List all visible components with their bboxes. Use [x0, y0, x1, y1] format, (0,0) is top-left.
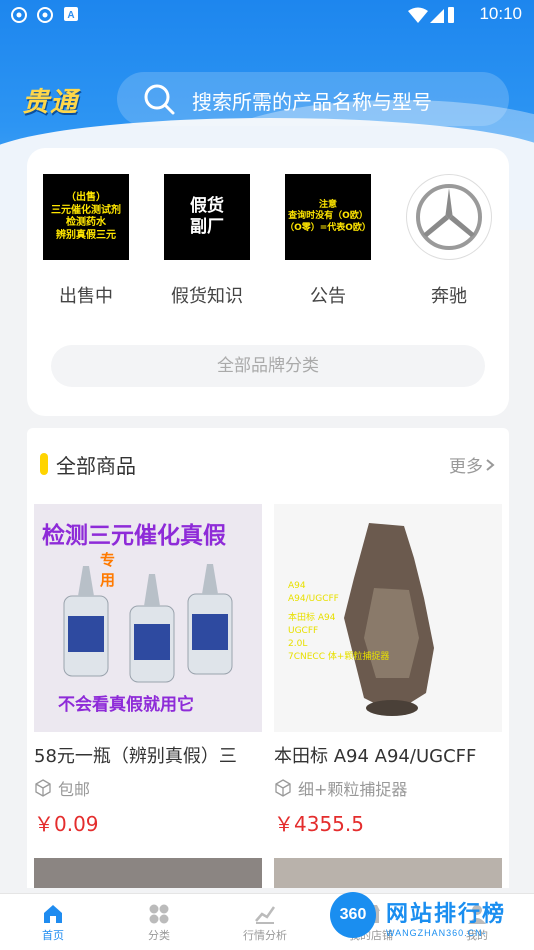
product-image-line: 7CNECC 体+颗粒捕捉器	[288, 652, 390, 662]
section-title: 全部商品	[56, 454, 136, 478]
category-image-text: 查询时没有（O欧）	[288, 211, 368, 222]
category-announcement[interactable]: 注意 查询时没有（O欧） （O零）=代表O欧） 公告	[278, 174, 378, 308]
notification-icon	[36, 6, 54, 24]
mercedes-logo-icon	[406, 174, 492, 260]
product-card[interactable]: 检测三元催化真假 专用 不会看真假就用它 58元一瓶（辨别真假）三 包邮 ￥0.…	[34, 504, 262, 837]
search-icon	[143, 83, 175, 115]
product-image-line: 本田标 A94	[288, 613, 336, 623]
category-image-text: 副厂	[190, 217, 224, 237]
category-image-text: 辨别真假三元	[56, 229, 116, 241]
status-bar: A 10:10	[0, 0, 534, 28]
search-placeholder: 搜索所需的产品名称与型号	[192, 90, 432, 114]
product-image-text: A94 A94/UGCFF 本田标 A94 UGCFF 2.0L 7CNECC …	[288, 580, 389, 664]
product-price: ￥0.09	[34, 812, 99, 836]
product-image-headline: 检测三元催化真假	[42, 523, 226, 549]
category-image-text: 假货	[190, 195, 224, 216]
chart-icon	[254, 903, 276, 925]
category-label: 公告	[310, 286, 346, 307]
product-shipping: 包邮	[34, 776, 262, 800]
category-on-sale[interactable]: （出售） 三元催化测试剂 检测药水 辨别真假三元 出售中	[36, 174, 136, 308]
package-icon	[274, 779, 292, 797]
tab-category[interactable]: 分类	[106, 894, 212, 950]
all-brands-button[interactable]: 全部品牌分类	[51, 345, 485, 387]
search-bar[interactable]: 搜索所需的产品名称与型号	[117, 72, 509, 126]
category-label: 奔驰	[431, 286, 467, 307]
category-card: （出售） 三元催化测试剂 检测药水 辨别真假三元 出售中 假货 副厂 假货知识 …	[27, 148, 509, 416]
category-image-text: 检测药水	[66, 217, 106, 228]
category-image-text: （出售）	[66, 192, 106, 203]
product-image-footer: 不会看真假就用它	[58, 695, 194, 715]
tab-label: 分类	[148, 929, 170, 942]
tab-label: 行情分析	[243, 929, 287, 942]
product-image-line: UGCFF	[288, 626, 319, 636]
product-shipping: 细+颗粒捕捉器	[274, 776, 502, 800]
product-image: 检测三元催化真假 专用 不会看真假就用它	[34, 504, 262, 732]
product-name: 本田标 A94 A94/UGCFF	[274, 746, 477, 767]
category-image-text: 注意	[318, 200, 337, 211]
watermark-text: 网站排行榜	[386, 902, 507, 927]
product-price: ￥4355.5	[274, 812, 364, 836]
watermark: 360 网站排行榜 WANGZHAN360.CN-	[330, 892, 530, 944]
app-logo: 贵通	[22, 87, 78, 118]
category-image-text: （O零）=代表O欧）	[285, 222, 371, 233]
category-label: 出售中	[59, 286, 113, 307]
shipping-label: 包邮	[58, 780, 91, 799]
product-image-line: 2.0L	[288, 639, 308, 649]
section-accent-bar	[40, 453, 48, 475]
grid-icon	[148, 903, 170, 925]
status-icons	[406, 5, 454, 25]
category-fake-knowledge[interactable]: 假货 副厂 假货知识	[157, 174, 257, 308]
watermark-badge: 360	[330, 892, 376, 938]
app-notification-icon: A	[62, 6, 80, 24]
product-image-line: A94	[288, 581, 306, 591]
more-link[interactable]: 更多	[449, 452, 495, 477]
shipping-label: 细+颗粒捕捉器	[298, 780, 408, 799]
more-label: 更多	[449, 457, 483, 477]
home-icon	[42, 903, 64, 925]
product-card-partial[interactable]	[34, 858, 262, 888]
category-mercedes[interactable]: 奔驰	[399, 174, 499, 308]
category-image-text: 三元催化测试剂	[51, 204, 121, 216]
bottles-illustration	[63, 564, 233, 683]
category-image: （出售） 三元催化测试剂 检测药水 辨别真假三元	[43, 174, 129, 260]
category-image: 假货 副厂	[164, 174, 250, 260]
status-time: 10:10	[479, 4, 522, 23]
chevron-right-icon	[485, 457, 495, 477]
notification-icon	[10, 6, 28, 24]
watermark-subtext: WANGZHAN360.CN-	[386, 928, 487, 938]
product-image-line: A94/UGCFF	[288, 594, 339, 604]
product-card[interactable]: A94 A94/UGCFF 本田标 A94 UGCFF 2.0L 7CNECC …	[274, 504, 502, 837]
product-name: 58元一瓶（辨别真假）三	[34, 746, 237, 767]
product-image: A94 A94/UGCFF 本田标 A94 UGCFF 2.0L 7CNECC …	[274, 504, 502, 732]
tab-home[interactable]: 首页	[0, 894, 106, 950]
tab-market[interactable]: 行情分析	[212, 894, 318, 950]
svg-text:A: A	[67, 10, 74, 21]
products-section: 全部商品 更多 检测三元催化真假 专用 不会看真假就用它 58元一瓶（辨别真假）…	[27, 428, 509, 888]
tab-label: 首页	[42, 929, 64, 942]
package-icon	[34, 779, 52, 797]
product-card-partial[interactable]	[274, 858, 502, 888]
category-label: 假货知识	[171, 286, 243, 307]
category-image: 注意 查询时没有（O欧） （O零）=代表O欧）	[285, 174, 371, 260]
